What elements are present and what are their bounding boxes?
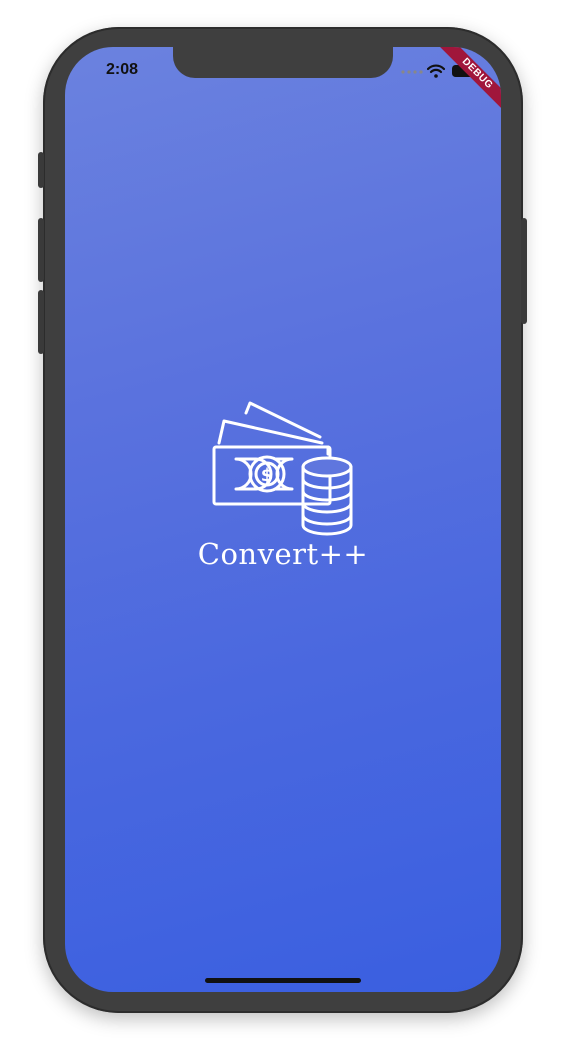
volume-up-button — [38, 218, 44, 282]
cellular-signal-icon — [401, 70, 423, 74]
money-cash-coins-icon: $ — [212, 401, 353, 536]
volume-down-button — [38, 290, 44, 354]
status-time: 2:08 — [106, 61, 139, 78]
notch — [173, 47, 393, 78]
wifi-icon — [427, 64, 445, 78]
splash-screen: 2:08 DEBUG $ Convert++ — [65, 47, 501, 992]
home-indicator[interactable] — [205, 978, 361, 983]
app-title: Convert++ — [197, 537, 369, 571]
mute-switch — [38, 152, 44, 188]
power-button — [521, 218, 527, 324]
svg-text:$: $ — [261, 465, 274, 486]
